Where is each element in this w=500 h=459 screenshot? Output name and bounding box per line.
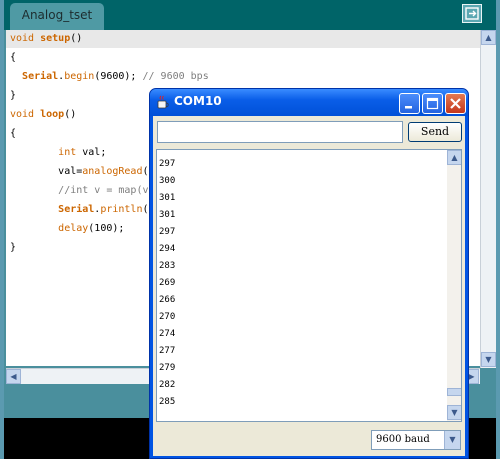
code-token: begin <box>64 71 95 82</box>
minimize-icon <box>405 106 412 109</box>
serial-monitor-title: COM10 <box>174 94 222 108</box>
serial-output-line: 266 <box>159 295 176 305</box>
tab-bar: Analog_tset <box>0 0 500 30</box>
serial-output-line: 294 <box>159 244 176 254</box>
output-scroll-thumb[interactable] <box>447 388 461 396</box>
java-cup-icon <box>157 95 169 109</box>
code-token: () <box>64 109 77 120</box>
code-line: } <box>10 239 16 258</box>
code-line: val=analogRead(0); <box>10 163 166 182</box>
serial-output-line: 283 <box>159 261 176 271</box>
code-line: int val; <box>10 144 106 163</box>
serial-monitor-icon <box>465 7 479 20</box>
send-input[interactable] <box>157 121 403 143</box>
baud-rate-value: 9600 baud <box>376 434 430 445</box>
serial-output-line: 297 <box>159 159 176 169</box>
serial-output-line: 301 <box>159 193 176 203</box>
serial-output-area[interactable]: 297 300 301 301 297 294 283 269 266 270 274 277 279 2… <box>156 149 462 422</box>
serial-output-line: 301 <box>159 210 176 220</box>
send-button[interactable]: Send <box>408 122 462 142</box>
serial-output-lines: 297 300 301 301 297 294 283 269 266 270 274 277 279 2… <box>159 156 449 411</box>
output-scroll-up-arrow-icon[interactable]: ▲ <box>447 150 461 165</box>
serial-monitor-titlebar[interactable]: COM10 <box>150 89 468 116</box>
output-vertical-scrollbar[interactable]: ▲ ▼ <box>447 150 461 421</box>
serial-monitor-button[interactable] <box>462 4 482 23</box>
output-scroll-down-arrow-icon[interactable]: ▼ <box>447 405 461 420</box>
chevron-down-icon[interactable]: ▼ <box>444 431 460 449</box>
serial-output-line: 270 <box>159 312 176 322</box>
window-frame-left <box>0 0 4 459</box>
code-line: void loop() <box>10 106 76 125</box>
code-token: // 9600 bps <box>142 71 209 82</box>
code-token: val; <box>76 147 107 158</box>
serial-output-line: 274 <box>159 329 176 339</box>
code-token: { <box>10 52 17 63</box>
code-token: (100); <box>88 223 125 234</box>
code-line: } <box>10 87 16 106</box>
code-token: void <box>10 109 41 120</box>
serial-output-line: 277 <box>159 346 176 356</box>
code-token: Serial <box>58 204 95 215</box>
code-line: Serial.begin(9600); // 9600 bps <box>10 68 209 87</box>
code-token: void <box>10 33 41 44</box>
maximize-button[interactable] <box>422 93 443 114</box>
serial-output-line: 269 <box>159 278 176 288</box>
code-token: Serial <box>22 71 59 82</box>
baud-rate-select[interactable]: 9600 baud ▼ <box>371 430 461 450</box>
code-token: setup <box>40 33 71 44</box>
code-token: (9600); <box>94 71 143 82</box>
maximize-icon <box>426 97 439 110</box>
code-token: loop <box>40 109 65 120</box>
serial-output-line: 285 <box>159 397 176 407</box>
code-token: println <box>100 204 143 215</box>
editor-vertical-scrollbar[interactable]: ▲ ▼ <box>480 30 496 368</box>
code-line: { <box>10 49 16 68</box>
scroll-up-arrow-icon[interactable]: ▲ <box>481 30 496 45</box>
sketch-tab[interactable]: Analog_tset <box>10 3 104 30</box>
minimize-button[interactable] <box>399 93 420 114</box>
code-token: val= <box>58 166 83 177</box>
code-token: } <box>10 242 17 253</box>
serial-monitor-body: Send 297 300 301 301 297 294 283 269 266 270 274 27… <box>153 116 465 456</box>
code-line: delay(100); <box>10 220 124 239</box>
serial-output-line: 279 <box>159 363 176 373</box>
code-line: void setup() <box>10 30 82 49</box>
serial-output-line: 282 <box>159 380 176 390</box>
serial-output-line: 300 <box>159 176 176 186</box>
code-token: () <box>70 33 83 44</box>
code-token: } <box>10 90 17 101</box>
window-frame-right <box>496 0 500 459</box>
code-token: analogRead <box>82 166 143 177</box>
code-token: int <box>58 147 77 158</box>
serial-output-line: 297 <box>159 227 176 237</box>
scroll-down-arrow-icon[interactable]: ▼ <box>481 352 496 367</box>
close-button[interactable] <box>445 93 466 114</box>
serial-monitor-window: COM10 Send 297 300 301 301 297 294 283 269 266 27… <box>149 88 469 459</box>
code-token: delay <box>58 223 89 234</box>
code-line: { <box>10 125 16 144</box>
code-token: { <box>10 128 17 139</box>
scroll-left-arrow-icon[interactable]: ◀ <box>6 369 21 384</box>
close-icon <box>450 98 461 109</box>
